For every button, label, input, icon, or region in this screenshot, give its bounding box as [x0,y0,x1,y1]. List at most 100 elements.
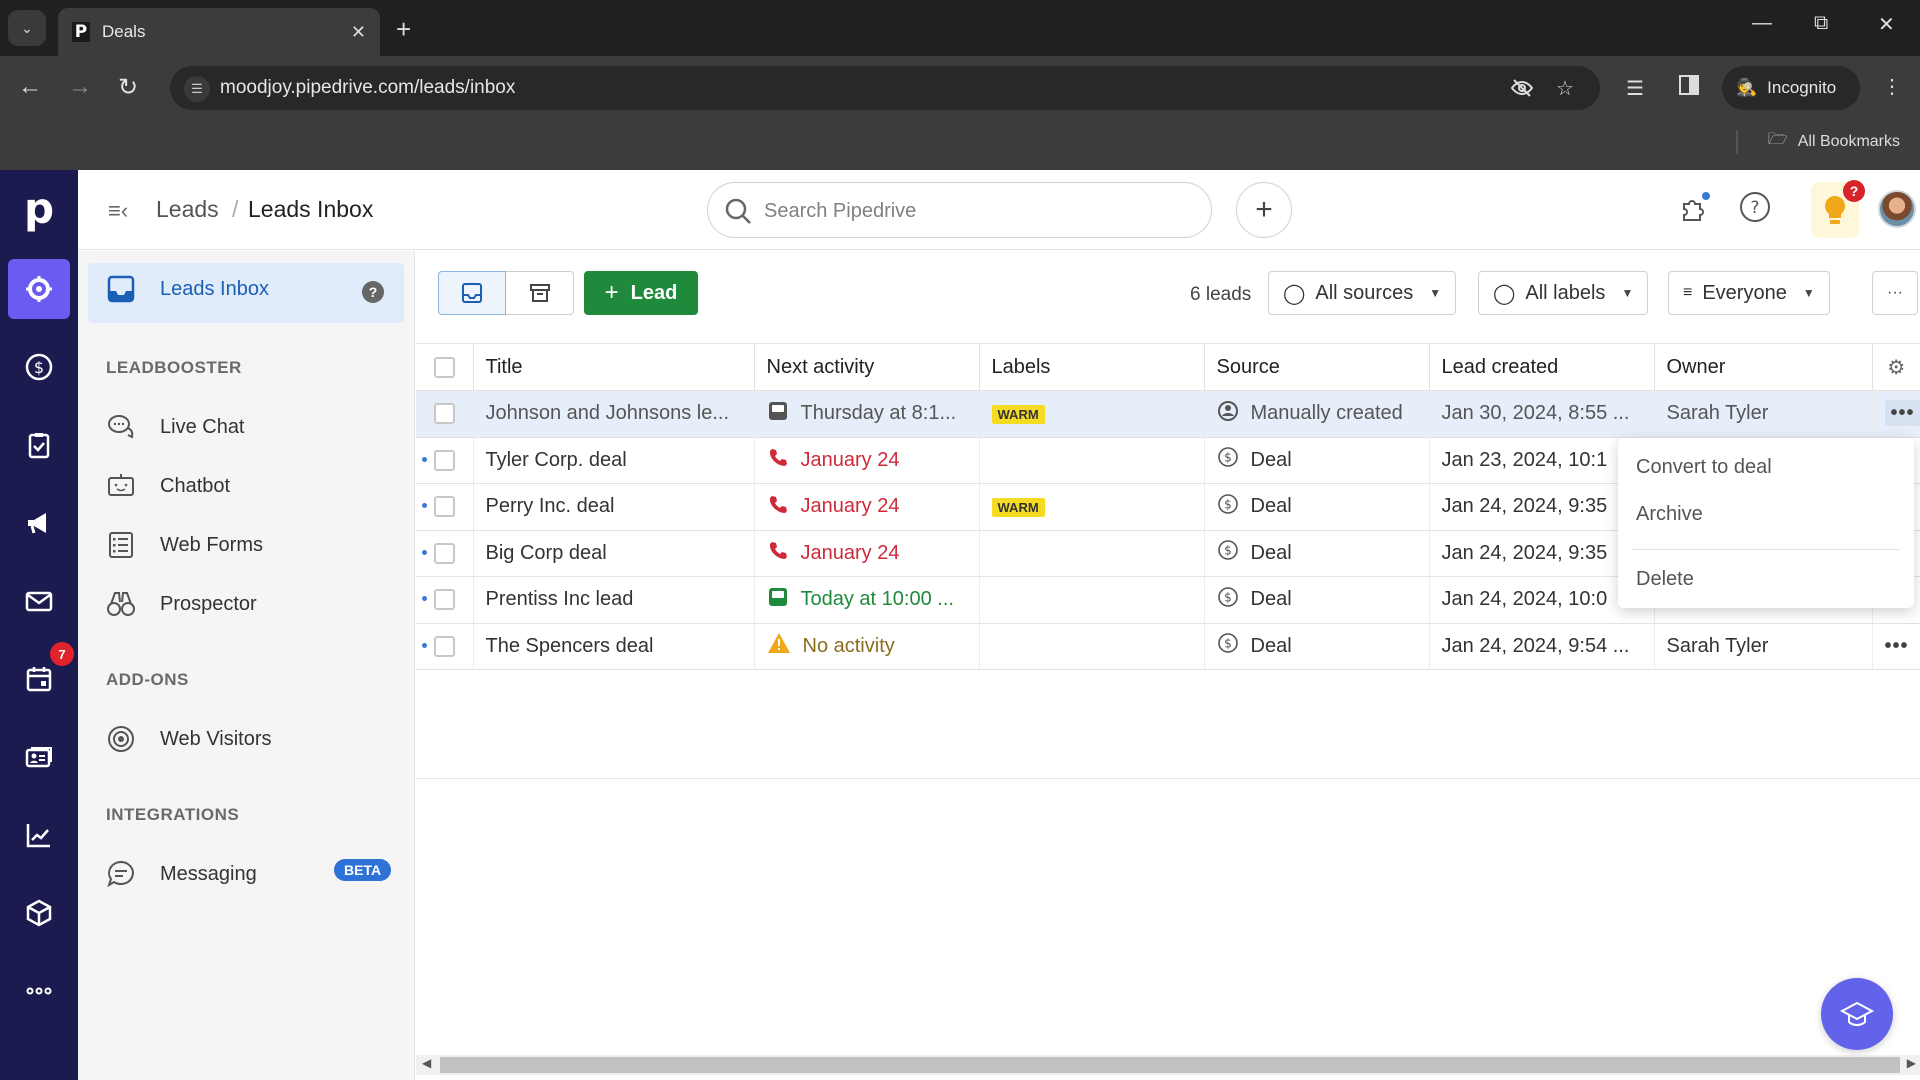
collapse-sidebar-icon[interactable]: ≡‹ [108,198,128,224]
nav-products[interactable] [8,883,70,943]
lead-title[interactable]: Big Corp deal [473,530,755,577]
menu-item-convert-to-deal[interactable]: Convert to deal [1636,456,1772,479]
tracking-eye-off-icon[interactable] [1510,76,1534,106]
nav-activities[interactable] [8,415,70,475]
scroll-left-arrow[interactable]: ◀ [422,1056,431,1070]
bookmark-star-icon[interactable]: ☆ [1556,76,1574,101]
browser-tab[interactable]: P Deals ✕ [58,8,380,56]
lead-title[interactable]: Perry Inc. deal [473,483,755,531]
row-select-cell[interactable] [416,483,474,531]
row-select-cell[interactable] [416,390,474,438]
nav-contacts[interactable] [8,727,70,787]
row-select-cell[interactable] [416,530,474,577]
scrollbar-thumb[interactable] [440,1057,1900,1073]
row-checkbox[interactable] [433,403,455,425]
nav-campaigns[interactable] [8,493,70,553]
forward-icon[interactable]: → [68,73,92,101]
lead-title[interactable]: Johnson and Johnsons le... [473,390,755,438]
column-header-next-activity[interactable]: Next activity [754,343,980,391]
sources-filter[interactable]: ◯ All sources ▼ [1268,271,1457,315]
horizontal-scrollbar[interactable]: ◀ ▶ [416,1055,1920,1075]
row-checkbox[interactable] [433,449,455,471]
table-row[interactable]: Johnson and Johnsons le... Thursday at 8… [416,390,1920,438]
row-select-cell[interactable] [416,623,474,670]
back-icon[interactable]: ← [18,73,42,101]
owner-filter[interactable]: ≡ Everyone ▼ [1668,271,1830,315]
menu-item-archive[interactable]: Archive [1636,503,1703,526]
nav-mail[interactable] [8,571,70,631]
address-bar[interactable]: ☰ moodjoy.pipedrive.com/leads/inbox ☆ [170,66,1600,110]
next-activity-cell[interactable]: January 24 [754,437,980,484]
select-all-checkbox[interactable] [433,356,455,378]
breadcrumb-leads[interactable]: Leads [156,196,219,223]
nav-deals[interactable]: $ [8,337,70,397]
tab-search-button[interactable]: ⌄ [8,10,46,46]
site-info-icon[interactable]: ☰ [184,76,210,102]
column-header-source[interactable]: Source [1204,343,1430,391]
column-settings-cell[interactable]: ⚙ [1872,343,1920,391]
restore-icon[interactable]: ⧉ [1814,12,1828,35]
lead-title[interactable]: Prentiss Inc lead [473,576,755,624]
row-checkbox[interactable] [433,589,455,611]
close-window-icon[interactable]: ✕ [1878,12,1895,37]
row-checkbox[interactable] [433,542,455,564]
marketplace-puzzle-icon[interactable] [1678,190,1712,231]
sidebar-item-messaging[interactable]: Messaging [106,859,257,889]
row-actions-cell[interactable]: ••• [1872,390,1920,438]
labels-filter[interactable]: ◯ All labels ▼ [1478,271,1649,315]
sidebar-item-prospector[interactable]: Prospector [106,589,257,619]
column-header-owner[interactable]: Owner [1654,343,1873,391]
quick-add-button[interactable]: + [1236,182,1292,238]
incognito-indicator[interactable]: 🕵 Incognito [1722,66,1860,110]
reload-icon[interactable]: ↻ [118,73,138,102]
pipedrive-logo[interactable]: p [0,184,78,233]
sidebar-item-leads-inbox-label[interactable]: Leads Inbox [106,274,269,304]
column-header-labels[interactable]: Labels [979,343,1205,391]
column-header-lead-created[interactable]: Lead created [1429,343,1655,391]
nav-insights[interactable] [8,805,70,865]
browser-menu-icon[interactable]: ⋮ [1882,74,1902,99]
row-more-icon[interactable]: ••• [1885,635,1909,657]
column-header-title[interactable]: Title [473,343,755,391]
sidebar-item-web-forms[interactable]: Web Forms [106,530,263,560]
search-box[interactable] [707,182,1212,238]
url-text[interactable]: moodjoy.pipedrive.com/leads/inbox [220,77,515,99]
side-panel-icon[interactable] [1678,74,1700,102]
table-row[interactable]: The Spencers deal No activity $ Deal Jan… [416,623,1920,670]
scroll-right-arrow[interactable]: ▶ [1907,1056,1916,1070]
gear-icon[interactable]: ⚙ [1887,357,1905,379]
next-activity-cell[interactable]: January 24 [754,530,980,577]
labels-cell[interactable] [979,623,1205,670]
menu-item-delete[interactable]: Delete [1636,568,1694,591]
row-select-cell[interactable] [416,437,474,484]
lead-title[interactable]: The Spencers deal [473,623,755,670]
select-all-checkbox-cell[interactable] [416,343,474,391]
next-activity-cell[interactable]: No activity [754,623,980,670]
next-activity-cell[interactable]: Thursday at 8:1... [754,390,980,438]
labels-cell[interactable] [979,530,1205,577]
labels-cell[interactable] [979,437,1205,484]
minimize-icon[interactable]: — [1752,12,1772,35]
row-actions-cell[interactable]: ••• [1872,623,1920,670]
close-tab-icon[interactable]: ✕ [351,22,366,43]
sidebar-item-live-chat[interactable]: Live Chat [106,412,245,442]
inbox-view-button[interactable] [438,271,506,315]
add-lead-button[interactable]: + Lead [584,271,698,315]
help-icon[interactable]: ? [1738,190,1772,229]
sidebar-item-chatbot[interactable]: Chatbot [106,471,230,501]
labels-cell[interactable]: WARM [979,390,1205,438]
nav-more[interactable] [8,961,70,1021]
sidebar-item-web-visitors[interactable]: Web Visitors [106,724,272,754]
archive-view-button[interactable] [506,271,574,315]
row-more-icon[interactable]: ••• [1884,400,1920,427]
row-select-cell[interactable] [416,576,474,624]
more-options-button[interactable]: ··· [1872,271,1918,315]
all-bookmarks-button[interactable]: 🗁 All Bookmarks [1768,128,1900,155]
row-checkbox[interactable] [433,635,455,657]
new-tab-button[interactable]: + [396,14,411,45]
row-checkbox[interactable] [433,496,455,518]
labels-cell[interactable]: WARM [979,483,1205,531]
labels-cell[interactable] [979,576,1205,624]
academy-help-button[interactable] [1821,978,1893,1050]
lead-title[interactable]: Tyler Corp. deal [473,437,755,484]
